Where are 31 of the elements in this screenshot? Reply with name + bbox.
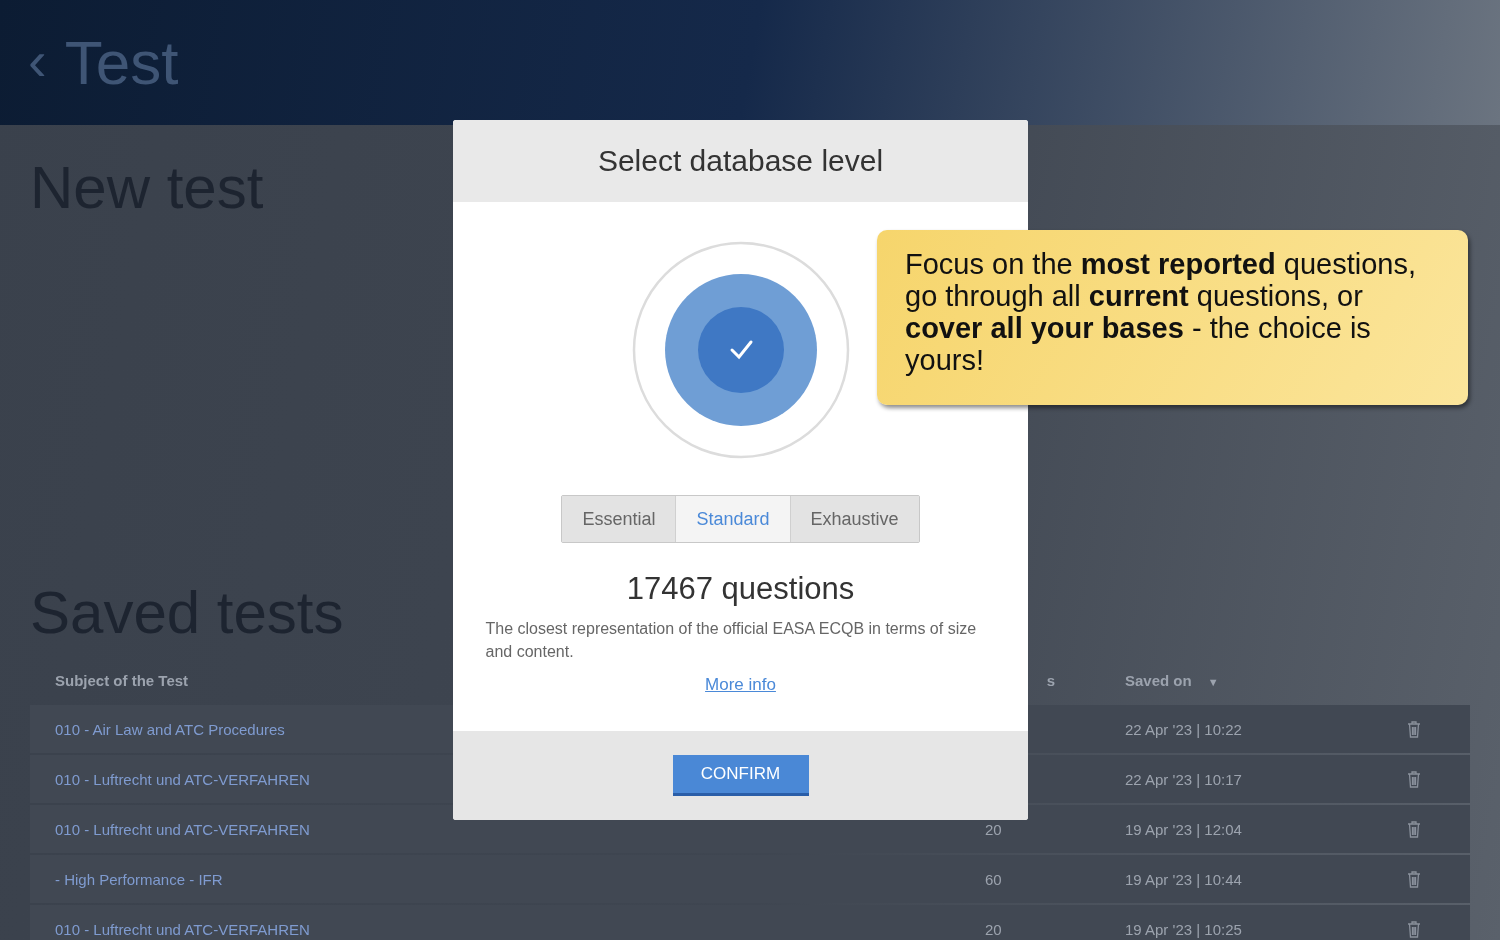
column-header[interactable]: Subject of the Test xyxy=(55,671,189,689)
table-cell-text: 22 Apr '23 | 10:22 xyxy=(1125,720,1243,738)
description: The closest representation of the official EASA ECQB in terms of size and content. xyxy=(485,619,978,662)
trash-icon[interactable] xyxy=(1407,920,1421,938)
dialog-title: Select database level xyxy=(597,144,884,178)
table-cell-text: 22 Apr '23 | 10:17 xyxy=(1125,770,1243,788)
page-title: Test xyxy=(64,31,179,94)
table-cell: 010 - Luftrecht und ATC-VERFAHREN xyxy=(55,770,310,788)
table-cell: 010 - Luftrecht und ATC-VERFAHREN xyxy=(55,920,310,938)
table-cell: 60 xyxy=(985,870,1002,888)
table-cell-text: 19 Apr '23 | 10:25 xyxy=(1125,920,1243,938)
trash-icon[interactable] xyxy=(1407,720,1421,738)
trash-icon[interactable] xyxy=(1407,870,1421,888)
table-cell: 010 - Luftrecht und ATC-VERFAHREN xyxy=(55,820,310,838)
table-row[interactable]: - High Performance - IFR 60 19 Apr '23 | 10:44 xyxy=(30,855,1470,903)
table-cell: 010 - Air Law and ATC Procedures xyxy=(55,720,285,738)
question-count: 17467 questions xyxy=(626,571,855,607)
level-tab[interactable]: Standard xyxy=(675,496,791,542)
table-cell-text: 19 Apr '23 | 12:04 xyxy=(1125,820,1243,838)
column-header[interactable]: Saved on ▼ xyxy=(1125,671,1395,689)
table-cell: 20 xyxy=(985,820,1002,838)
confirm-button[interactable]: CONFIRM xyxy=(672,755,809,796)
trash-icon[interactable] xyxy=(1407,820,1421,838)
table-cell: 20 xyxy=(985,920,1002,938)
table-cell: - High Performance - IFR xyxy=(55,870,223,888)
more-info-link[interactable]: More info xyxy=(705,675,776,695)
table-row[interactable]: 010 - Luftrecht und ATC-VERFAHREN 20 19 Apr '23 | 10:25 xyxy=(30,905,1470,940)
tooltip-text: Focus on the most reported questions, go through all current questions, or cover all your bases - the choice is yours! xyxy=(905,248,1417,376)
trash-icon[interactable] xyxy=(1407,770,1421,788)
table-cell-text: 19 Apr '23 | 10:44 xyxy=(1125,870,1243,888)
back-icon[interactable]: ‹ xyxy=(28,32,47,89)
